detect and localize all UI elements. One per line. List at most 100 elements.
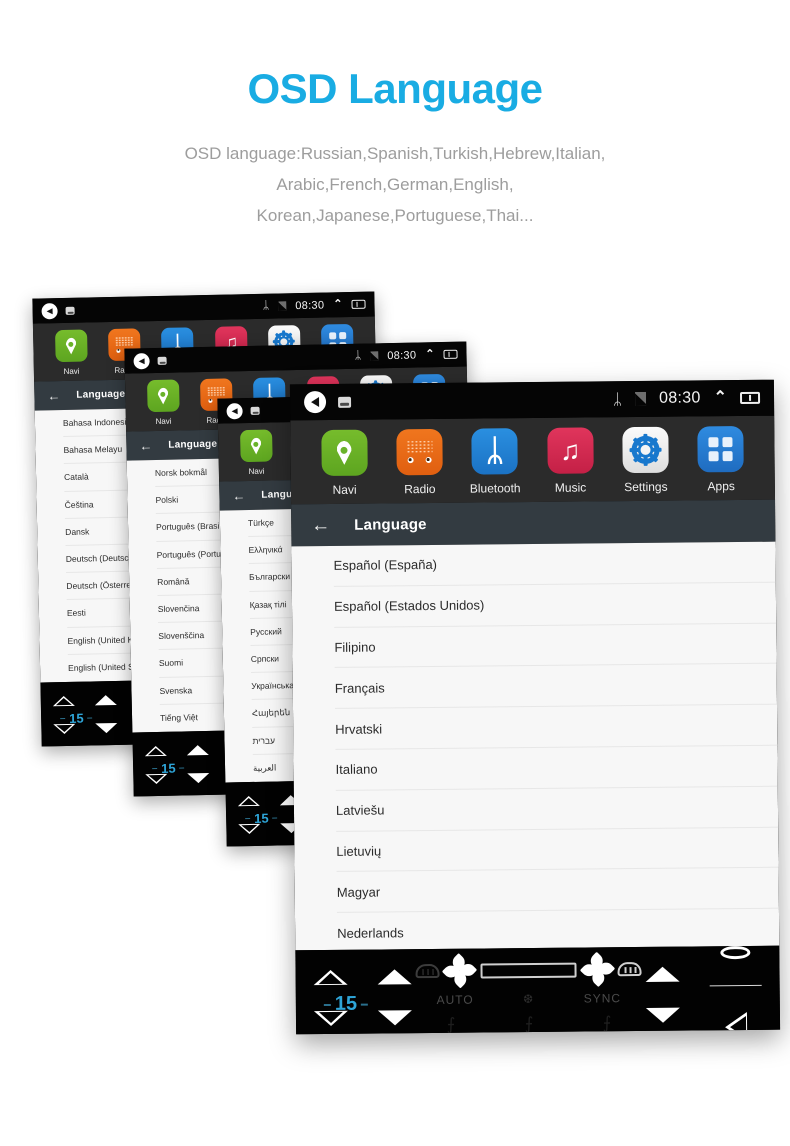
temp-up-icon[interactable] xyxy=(237,795,260,806)
sim-card-icon xyxy=(370,351,378,361)
recent-apps-icon[interactable] xyxy=(351,299,366,309)
apps-grid-icon xyxy=(697,425,745,473)
seat-heat-center-icon[interactable]: ⨍ xyxy=(525,1014,534,1034)
dock-item-music[interactable]: ♫ Music xyxy=(532,427,608,502)
fan-up-icon[interactable] xyxy=(377,969,412,985)
snowflake-icon[interactable]: ❆ xyxy=(523,992,534,1006)
fan-stepper[interactable] xyxy=(377,949,413,1034)
navi-pin-icon xyxy=(146,379,180,413)
screenshot-icon[interactable] xyxy=(157,356,167,365)
volume-back-icon[interactable] xyxy=(226,402,243,419)
list-item[interactable]: Nederlands xyxy=(337,909,779,950)
list-item[interactable]: Lietuvių xyxy=(336,827,779,873)
dock-label: Music xyxy=(554,480,587,495)
volume-back-icon[interactable] xyxy=(133,352,150,369)
dock-label: Navi xyxy=(63,366,80,376)
volume-back-icon[interactable] xyxy=(303,390,327,414)
dock-label: Apps xyxy=(707,479,735,494)
app-dock: Navi Radio ᛦ Bluetooth ♫ Music xyxy=(290,415,776,505)
volume-up-icon[interactable] xyxy=(645,966,680,982)
dock-item-navi[interactable]: Navi xyxy=(306,429,382,504)
dock-item-apps[interactable]: Apps xyxy=(683,425,759,501)
list-item[interactable]: Español (Estados Unidos) xyxy=(333,582,777,628)
temperature-value: 15 xyxy=(253,810,269,826)
arrow-left-icon[interactable]: ← xyxy=(311,514,330,535)
fan-right-icon[interactable] xyxy=(579,951,615,988)
sync-label[interactable]: SYNC xyxy=(584,991,621,1005)
page-title: OSD Language xyxy=(247,65,543,112)
defrost-rear-icon[interactable] xyxy=(617,961,642,977)
fan-left-icon[interactable] xyxy=(442,953,478,989)
screens-stage: ᛦ 08:30 ⌃ Navi Radio xyxy=(0,250,790,1050)
status-clock: 08:30 xyxy=(659,389,701,407)
dock-item-settings[interactable]: Settings xyxy=(608,426,684,502)
temp-up-icon[interactable] xyxy=(52,695,75,706)
seat-heat-left-icon[interactable]: ⨍ xyxy=(447,1015,456,1035)
list-item[interactable]: Latviešu xyxy=(335,786,779,832)
navi-pin-icon xyxy=(239,429,273,463)
list-item[interactable]: Français xyxy=(334,664,777,710)
temp-up-icon[interactable] xyxy=(144,745,167,756)
page-header-title: Language xyxy=(168,438,218,451)
navi-pin-icon xyxy=(54,329,88,363)
page-header: ← Language xyxy=(291,499,776,547)
temp-up-icon[interactable] xyxy=(313,969,348,986)
dock-item-navi[interactable]: Navi xyxy=(44,329,98,381)
fan-stepper[interactable] xyxy=(186,731,210,796)
fan-down-icon[interactable] xyxy=(187,772,210,783)
arrow-left-icon[interactable]: ← xyxy=(47,388,60,403)
dock-label: Navi xyxy=(332,482,357,497)
blower-slider-icon[interactable] xyxy=(480,962,577,979)
home-circle-icon[interactable] xyxy=(720,945,751,960)
temperature-value: 15 xyxy=(334,992,358,1015)
chevron-up-icon[interactable]: ⌃ xyxy=(333,298,342,310)
defrost-front-icon[interactable] xyxy=(415,963,440,979)
fan-down-icon[interactable] xyxy=(95,722,118,733)
status-clock: 08:30 xyxy=(295,299,325,312)
arrow-left-icon[interactable]: ← xyxy=(232,488,245,503)
temperature-value: 15 xyxy=(160,760,176,776)
dock-item-navi[interactable]: Navi xyxy=(136,379,190,431)
volume-down-icon[interactable] xyxy=(645,1007,681,1023)
list-item[interactable]: Magyar xyxy=(336,868,779,914)
screenshot-icon[interactable] xyxy=(65,306,75,315)
auto-label[interactable]: AUTO xyxy=(436,993,473,1007)
chevron-up-icon[interactable]: ⌃ xyxy=(714,389,728,406)
dock-item-radio[interactable]: Radio xyxy=(382,428,458,504)
volume-back-icon[interactable] xyxy=(41,302,58,319)
page-root: OSD Language OSD language:Russian,Spanis… xyxy=(0,0,790,1146)
language-list[interactable]: Español (España) Español (Estados Unidos… xyxy=(291,541,780,951)
fan-up-icon[interactable] xyxy=(94,694,117,705)
dock-item-navi[interactable]: Navi xyxy=(229,429,283,481)
temperature-display: 15 xyxy=(152,760,185,776)
recent-apps-icon[interactable] xyxy=(443,349,458,359)
temperature-display: 15 xyxy=(245,810,278,826)
fan-up-icon[interactable] xyxy=(186,744,209,755)
recent-apps-icon[interactable] xyxy=(739,391,761,405)
arrow-left-icon[interactable]: ← xyxy=(139,438,152,453)
hero-subtitle-line-1: OSD language:Russian,Spanish,Turkish,Heb… xyxy=(184,144,606,164)
chevron-up-icon[interactable]: ⌃ xyxy=(425,348,434,360)
screenshot-icon[interactable] xyxy=(338,396,352,408)
hardware-keys[interactable] xyxy=(709,945,762,1035)
navi-pin-icon xyxy=(320,429,368,477)
list-item[interactable]: Hrvatski xyxy=(335,704,778,750)
seat-heat-right-icon[interactable]: ⨍ xyxy=(603,1013,612,1033)
page-header-title: Language xyxy=(76,388,126,401)
dock-item-bluetooth[interactable]: ᛦ Bluetooth xyxy=(457,428,533,503)
fan-down-icon[interactable] xyxy=(377,1010,413,1026)
screenshot-icon[interactable] xyxy=(250,406,260,415)
device-screen-4[interactable]: ᛦ 08:30 ⌃ Navi Radio ᛦ Bluetooth ♫ Music… xyxy=(289,379,781,1035)
fan-stepper[interactable] xyxy=(94,681,118,746)
bluetooth-icon: ᛦ xyxy=(612,390,623,408)
bluetooth-icon: ᛦ xyxy=(471,428,519,475)
list-item[interactable]: Español (España) xyxy=(333,541,776,587)
volume-stepper[interactable] xyxy=(645,947,681,1035)
back-triangle-icon[interactable] xyxy=(724,1011,748,1035)
list-item[interactable]: Filipino xyxy=(334,623,777,669)
hero-subtitle-line-2: Arabic,French,German,English, xyxy=(276,175,514,195)
list-item[interactable]: Italiano xyxy=(335,745,778,791)
dock-label: Bluetooth xyxy=(469,481,521,496)
temperature-display: 15 xyxy=(323,992,369,1016)
dock-label: Navi xyxy=(248,466,265,476)
